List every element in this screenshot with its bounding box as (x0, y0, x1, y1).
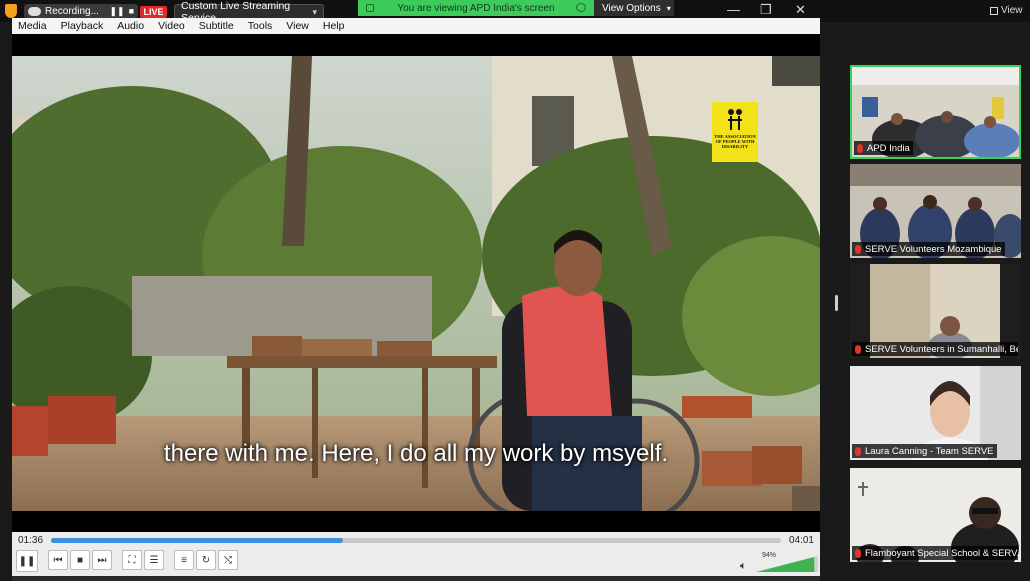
playlist-icon: ≡ (181, 554, 187, 566)
recording-label: Recording... (45, 6, 99, 17)
participant-name-tag: Flamboyant Special School & SERV... (852, 546, 1018, 560)
view-options-label: View Options (602, 2, 661, 14)
recording-indicator[interactable]: Recording... ❚❚ ■ (24, 4, 138, 19)
chevron-down-icon: ▾ (312, 6, 317, 17)
menu-playback[interactable]: Playback (61, 20, 104, 32)
mic-muted-icon (857, 143, 863, 153)
apd-logo: THE ASSOCIATION OF PEOPLE WITH DISABILIT… (712, 102, 758, 162)
live-badge[interactable]: LIVE (140, 6, 167, 18)
recording-pause-button[interactable]: ❚❚ (109, 6, 124, 17)
participant-name-tag: APD India (854, 141, 913, 155)
time-elapsed: 01:36 (18, 535, 44, 546)
participant-name: SERVE Volunteers in Sumanhalli, Be... (865, 343, 1018, 355)
menu-media[interactable]: Media (18, 20, 47, 32)
shuffle-icon: ⤭ (224, 554, 232, 566)
view-button[interactable]: View (990, 5, 1023, 16)
shield-icon[interactable] (5, 4, 17, 18)
fullscreen-icon: ⛶ (128, 554, 136, 566)
participant-name: APD India (867, 142, 910, 154)
participant-tile[interactable]: Flamboyant Special School & SERV... (850, 468, 1021, 562)
shuffle-button[interactable]: ⤭ (218, 550, 238, 570)
participant-tile[interactable]: SERVE Volunteers Mozambique (850, 164, 1021, 258)
apd-logo-mark (728, 109, 742, 130)
participant-tile[interactable]: SERVE Volunteers in Sumanhalli, Be... (850, 264, 1021, 358)
screen-share-banner: You are viewing APD India's screen View … (358, 0, 674, 16)
participant-name: Laura Canning - Team SERVE (865, 445, 994, 457)
extended-settings-button[interactable]: ☰ (144, 550, 164, 570)
menu-video[interactable]: Video (158, 20, 185, 32)
chevron-down-icon: ▾ (666, 3, 671, 13)
loop-button[interactable]: ↻ (196, 550, 216, 570)
participant-name: Flamboyant Special School & SERV... (865, 547, 1018, 559)
participant-tile[interactable]: APD India (850, 65, 1021, 159)
participant-name-tag: SERVE Volunteers in Sumanhalli, Be... (852, 342, 1018, 356)
pause-icon: ❚❚ (18, 555, 36, 567)
menu-audio[interactable]: Audio (117, 20, 144, 32)
close-icon[interactable]: ✕ (795, 2, 806, 18)
seek-bar[interactable] (51, 538, 781, 543)
mic-muted-icon (855, 446, 861, 456)
volume-icon[interactable]: 🔈︎ (740, 560, 747, 573)
stop-button[interactable]: ■ (70, 550, 90, 570)
loop-icon: ↻ (201, 554, 211, 566)
minimize-icon[interactable]: — (727, 2, 740, 17)
skip-back-icon: ⏮ (53, 554, 63, 566)
skip-forward-icon: ⏭ (97, 554, 107, 566)
stop-icon: ■ (76, 554, 84, 566)
cloud-icon (576, 3, 586, 12)
video-player[interactable]: THE ASSOCIATION OF PEOPLE WITH DISABILIT… (12, 56, 820, 511)
menu-tools[interactable]: Tools (248, 20, 273, 32)
volume-percent: 94% (762, 552, 777, 559)
mic-muted-icon (855, 344, 861, 354)
mic-muted-icon (855, 244, 861, 254)
playlist-button[interactable]: ≡ (174, 550, 194, 570)
participant-name-tag: SERVE Volunteers Mozambique (852, 242, 1005, 256)
menu-subtitle[interactable]: Subtitle (199, 20, 234, 32)
menu-help[interactable]: Help (323, 20, 345, 32)
view-label: View (1001, 5, 1023, 16)
restore-icon[interactable]: ❐ (760, 2, 772, 18)
menu-view[interactable]: View (286, 20, 309, 32)
recording-stop-button[interactable]: ■ (129, 6, 134, 17)
view-options-button[interactable]: View Options ▾ (594, 0, 674, 16)
subtitle-caption: there with me. Here, I do all my work by… (163, 440, 669, 467)
participant-name: SERVE Volunteers Mozambique (865, 243, 1002, 255)
equalizer-icon: ☰ (149, 554, 159, 566)
taskbar-strip (12, 576, 820, 581)
participant-tile[interactable]: Laura Canning - Team SERVE (850, 366, 1021, 460)
apd-logo-text: THE ASSOCIATION OF PEOPLE WITH DISABILIT… (714, 134, 756, 149)
previous-button[interactable]: ⏮ (48, 550, 68, 570)
media-player-menu: Media Playback Audio Video Subtitle Tool… (12, 18, 820, 34)
cloud-icon (28, 7, 41, 16)
screen-share-icon (366, 4, 374, 12)
volume-slider-fill (756, 556, 815, 572)
grid-icon (990, 6, 998, 15)
pause-button[interactable]: ❚❚ (16, 550, 38, 572)
player-controls: 01:36 04:01 ❚❚ ⏮ ■ ⏭ ⛶ ☰ ≡ ↻ ⤭ 🔈︎ 94% (12, 532, 820, 581)
fullscreen-button[interactable]: ⛶ (122, 550, 142, 570)
next-button[interactable]: ⏭ (92, 550, 112, 570)
share-banner-text: You are viewing APD India's screen (397, 2, 555, 14)
participant-name-tag: Laura Canning - Team SERVE (852, 444, 997, 458)
time-total: 04:01 (788, 535, 814, 546)
share-notice: You are viewing APD India's screen (358, 0, 594, 16)
seek-bar-fill (51, 538, 343, 543)
app-window: Recording... ❚❚ ■ LIVE Custom Live Strea… (0, 0, 1030, 581)
panel-resize-handle[interactable] (835, 295, 838, 311)
playback-buttons: ❚❚ ⏮ ■ ⏭ ⛶ ☰ ≡ ↻ ⤭ (16, 550, 238, 572)
mic-muted-icon (855, 548, 861, 558)
